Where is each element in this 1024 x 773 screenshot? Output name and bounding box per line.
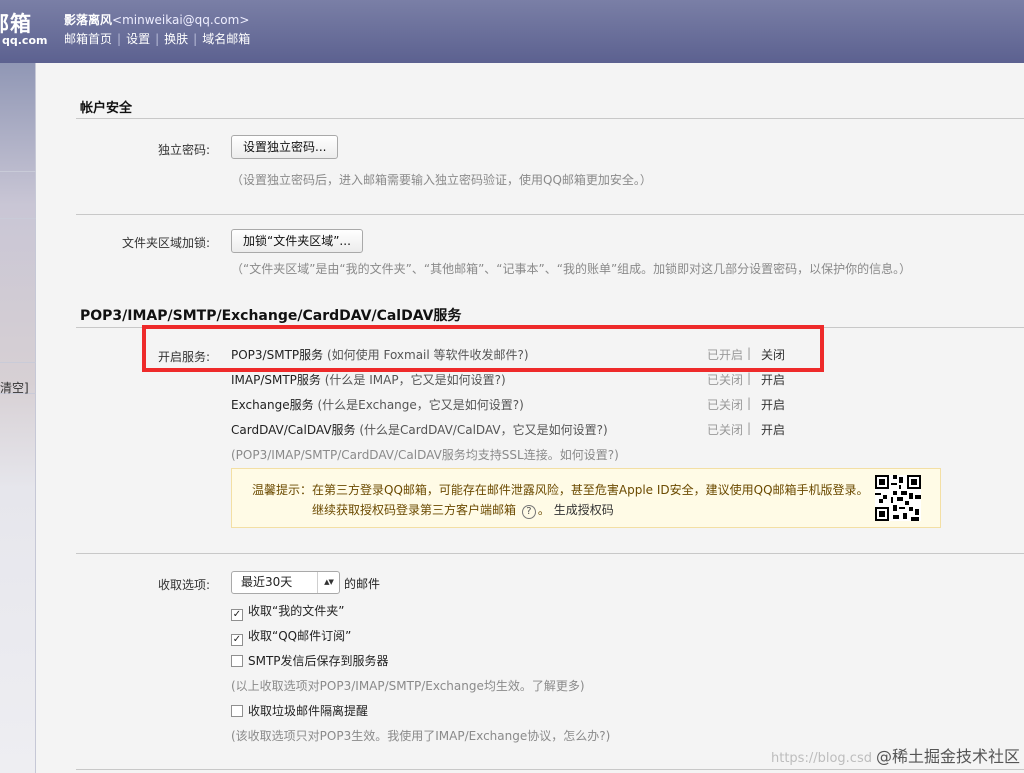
select-suffix: 的邮件 [344,577,381,591]
receive-period-select[interactable]: 最近30天 ▲▼ [231,571,340,594]
carddav-help-link[interactable]: (什么是CardDAV/CalDAV，它又是如何设置?) [359,423,607,437]
service-exchange: Exchange服务 (什么是Exchange，它又是如何设置?) [231,398,524,412]
folder-lock-label: 文件夹区域加锁: [121,236,210,250]
user-name: 影落离风 [64,13,113,27]
imap-help-link[interactable]: (什么是 IMAP，它又是如何设置?) [325,373,506,387]
user-info: 影落离风<minweikai@qq.com> [64,11,249,28]
logo-text: 邮箱 [0,12,32,36]
settings-panel: 帐户安全 独立密码: 设置独立密码... （设置独立密码后，进入邮箱需要输入独立… [36,63,1024,773]
ssl-hint: (POP3/IMAP/SMTP/CardDAV/CalDAV服务均支持SSL连接… [231,448,619,462]
nav-settings[interactable]: 设置 [126,32,150,46]
checkbox-my-folders[interactable]: ✓ [231,609,243,621]
independent-password-label: 独立密码: [157,143,210,157]
option-my-folders: ✓ 收取“我的文件夹” [231,604,345,621]
logo-domain: qq.com [2,34,48,47]
watermark: https://blog.csd @稀土掘金技术社区 [771,747,1020,766]
left-sidebar: 清空] [0,63,36,773]
option-qq-subscription: ✓ 收取“QQ邮件订阅” [231,629,352,646]
independent-password-hint: （设置独立密码后，进入邮箱需要输入独立密码验证，使用QQ邮箱更加安全。） [231,173,652,187]
exchange-status: 已关闭 [707,398,744,412]
carddav-open-button[interactable]: 开启 [761,421,785,438]
nav-mail-home[interactable]: 邮箱首页 [64,32,112,46]
exchange-help-link[interactable]: (什么是Exchange，它又是如何设置?) [317,398,523,412]
generate-auth-code-link[interactable]: 生成授权码 [554,503,614,517]
account-security-title: 帐户安全 [80,101,133,116]
receive-options-label: 收取选项: [157,578,210,592]
checkbox-smtp-save[interactable] [231,655,243,667]
imap-status: 已关闭 [707,373,744,387]
folder-lock-hint: （“文件夹区域”是由“我的文件夹”、“其他邮箱”、“记事本”、“我的账单”组成。… [231,262,912,276]
checkbox-junk-reminder[interactable] [231,705,243,717]
warm-tip-text: 温馨提示：在第三方登录QQ邮箱，可能存在邮件泄露风险，甚至危害Apple ID安… [252,480,869,520]
nav-skin[interactable]: 换肤 [164,32,188,46]
sidebar-clear-link[interactable]: 清空] [0,379,29,396]
service-carddav-caldav: CardDAV/CalDAV服务 (什么是CardDAV/CalDAV，它又是如… [231,423,608,437]
carddav-status: 已关闭 [707,423,744,437]
help-icon[interactable]: ? [521,505,536,519]
tip-line-1: 温馨提示：在第三方登录QQ邮箱，可能存在邮件泄露风险，甚至危害Apple ID安… [252,483,869,497]
highlight-box [142,325,824,372]
options-hint: (以上收取选项对POP3/IMAP/SMTP/Exchange均生效。了解更多) [231,679,585,693]
user-email: <minweikai@qq.com> [112,13,250,27]
tip-line-2: 继续获取授权码登录第三方客户端邮箱 ?。 生成授权码 [312,503,614,519]
header-nav: 邮箱首页 | 设置 | 换肤 | 域名邮箱 [64,32,251,46]
checkbox-qq-subscription[interactable]: ✓ [231,634,243,646]
lock-folder-area-button[interactable]: 加锁“文件夹区域”... [231,229,363,253]
nav-domain-mail[interactable]: 域名邮箱 [202,32,250,46]
junk-hint: (该收取选项只对POP3生效。我使用了IMAP/Exchange协议，怎么办?) [231,729,611,743]
option-smtp-save: SMTP发信后保存到服务器 [231,652,389,669]
option-junk-reminder: 收取垃圾邮件隔离提醒 [231,702,368,719]
service-imap-smtp: IMAP/SMTP服务 (什么是 IMAP，它又是如何设置?) [231,373,506,387]
imap-open-button[interactable]: 开启 [761,371,785,388]
exchange-open-button[interactable]: 开启 [761,396,785,413]
qr-code-icon [875,475,921,521]
select-value: 最近30天 [241,575,293,589]
select-arrow-icon: ▲▼ [317,572,339,593]
services-title: POP3/IMAP/SMTP/Exchange/CardDAV/CalDAV服务 [80,308,462,324]
top-header: 邮箱 qq.com 影落离风<minweikai@qq.com> 邮箱首页|设置… [0,0,1024,63]
set-independent-password-button[interactable]: 设置独立密码... [231,135,339,159]
warm-tip-box: 温馨提示：在第三方登录QQ邮箱，可能存在邮件泄露风险，甚至危害Apple ID安… [231,468,941,528]
